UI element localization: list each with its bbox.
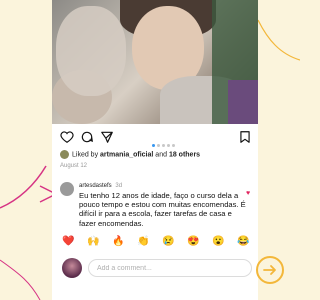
instagram-post-card: Liked by artmania_oficial and 18 others … [52,0,258,300]
carousel-dot [152,144,155,147]
arrow-right-icon [263,265,276,275]
post-photo[interactable] [52,0,258,124]
post-actions-bar [52,126,258,147]
carousel-dot [162,144,165,147]
emoji-heart-eyes[interactable]: 😍 [187,236,199,247]
liked-by-and: and [155,151,167,159]
add-comment-input[interactable] [88,259,252,277]
comment-time: 3d [115,183,123,189]
emoji-raised-hands[interactable]: 🙌 [87,236,99,247]
liked-by-prefix: Liked by [72,151,99,159]
comment-like-heart-icon[interactable]: ♥ [246,190,250,197]
like-heart-icon[interactable] [60,130,74,144]
emoji-clap[interactable]: 👏 [137,236,149,247]
decorative-line-left [0,165,58,300]
comment: artesdastefs 3d Eu tenho 12 anos de idad… [52,174,258,228]
comment-bubble-icon[interactable] [80,130,94,144]
bookmark-icon[interactable] [238,130,252,144]
carousel-dot [157,144,160,147]
emoji-heart[interactable]: ❤️ [62,236,74,247]
comment-text: Eu tenho 12 anos de idade, faço o curso … [79,191,246,228]
emoji-crying[interactable]: 😢 [162,236,174,247]
liked-by-others[interactable]: 18 others [169,151,200,158]
emoji-fire[interactable]: 🔥 [112,236,124,247]
liked-by-line: Liked by artmania_oficial and 18 others [60,150,200,159]
liked-by-user[interactable]: artmania_oficial [100,151,153,158]
emoji-reaction-bar: ❤️ 🙌 🔥 👏 😢 😍 😮 😂 [58,236,258,250]
post-date: August 12 [60,163,88,169]
carousel-dot [167,144,170,147]
emoji-surprised[interactable]: 😮 [212,236,224,247]
emoji-laughing[interactable]: 😂 [237,236,249,247]
share-send-icon[interactable] [100,130,114,144]
decorative-line-right [258,19,300,61]
carousel-dot [172,144,175,147]
current-user-avatar[interactable] [62,258,82,278]
liker-avatar[interactable] [60,150,69,159]
comment-composer [52,256,258,282]
commenter-avatar[interactable] [60,182,74,196]
commenter-username[interactable]: artesdastefs [79,183,112,189]
next-arrow-button[interactable] [256,256,284,284]
page: { "post": { "liked_by_prefix": "Liked by… [0,0,300,300]
